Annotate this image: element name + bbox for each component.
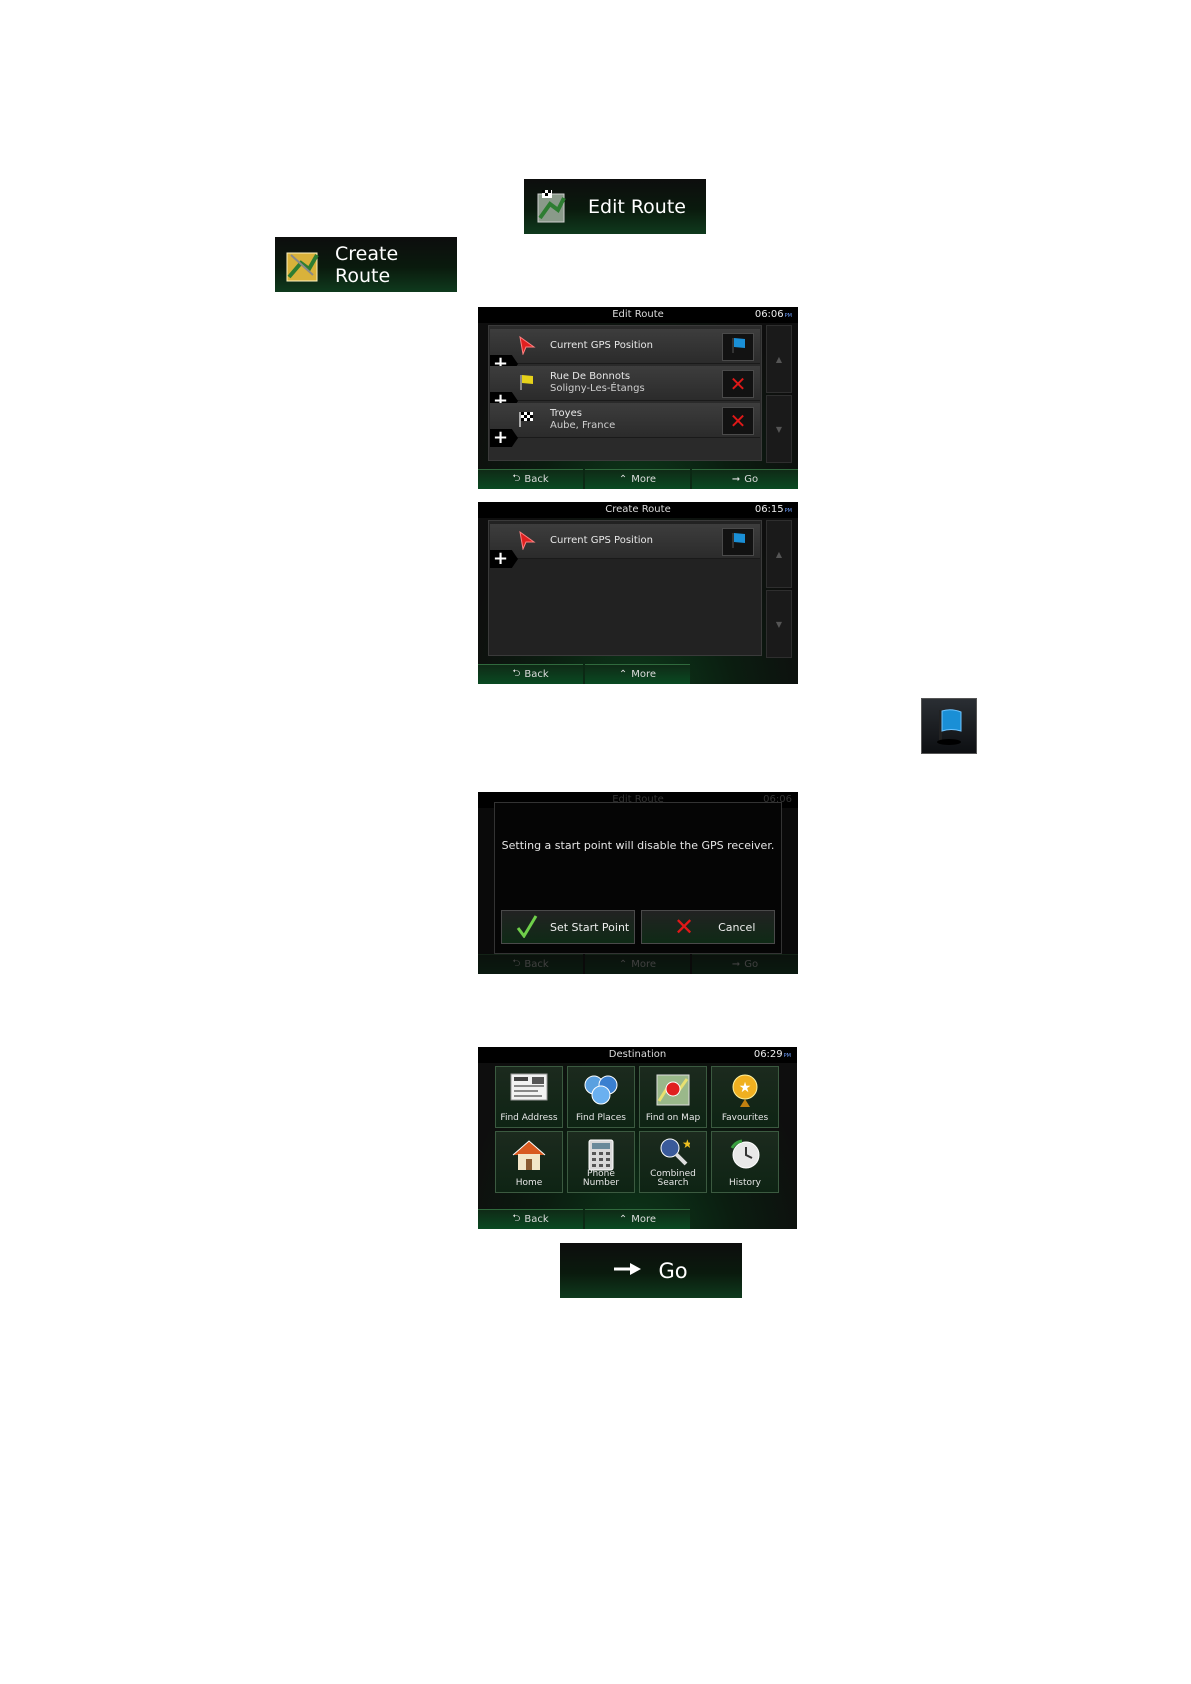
route-point-row[interactable]: Current GPS Position	[490, 524, 760, 559]
start-point-dialog-screen: Edit Route 06:06 Setting a start point w…	[478, 792, 798, 974]
tile-label: Find Places	[576, 1113, 626, 1123]
set-start-point-button[interactable]	[722, 528, 754, 556]
chevron-up-icon: ⌃	[618, 959, 628, 970]
confirm-dialog: Setting a start point will disable the G…	[494, 802, 782, 954]
go-label: Go	[658, 1258, 688, 1283]
route-point-label: Troyes	[550, 408, 582, 419]
chevron-up-icon: ⌃	[618, 669, 628, 680]
checkered-flag-icon	[516, 409, 536, 429]
scroll-down-button[interactable]: ▼	[766, 395, 792, 463]
tile-label: Find on Map	[645, 1113, 701, 1123]
route-point-row[interactable]: Troyes Aube, France ✕	[490, 403, 760, 438]
clock: 06:29PM	[753, 1049, 791, 1060]
delete-point-button[interactable]: ✕	[722, 407, 754, 435]
svg-text:★: ★	[682, 1137, 690, 1151]
create-route-button[interactable]: Create Route	[275, 237, 457, 292]
screen-title: Edit Route	[478, 307, 798, 323]
home-tile[interactable]: Home	[495, 1131, 563, 1193]
back-button[interactable]: ⮌ Back	[478, 1209, 583, 1229]
back-arrow-icon: ⮌	[512, 668, 521, 679]
map-pin-icon	[655, 1073, 691, 1111]
yellow-flag-icon	[516, 372, 536, 392]
route-point-label: Rue De Bonnots	[550, 371, 631, 382]
combined-search-tile[interactable]: ★ Combined Search	[639, 1131, 707, 1193]
more-button[interactable]: ⌃ More	[585, 1209, 690, 1229]
back-arrow-icon: ⮌	[512, 1213, 521, 1224]
delete-point-button[interactable]: ✕	[722, 370, 754, 398]
route-point-sublabel: Aube, France	[550, 420, 616, 431]
checkmark-icon	[516, 914, 538, 941]
screen-title: Create Route	[478, 502, 798, 518]
go-button[interactable]: ➞ Go	[692, 469, 798, 489]
favourites-tile[interactable]: ★ Favourites	[711, 1066, 779, 1128]
route-point-row[interactable]: Rue De Bonnots Soligny-Les-Étangs ✕	[490, 366, 760, 401]
screen-title: Destination	[478, 1047, 797, 1063]
chevron-up-icon: ⌃	[618, 1214, 628, 1225]
go-button-large[interactable]: Go	[560, 1243, 742, 1298]
right-arrow-icon	[614, 1261, 642, 1280]
blue-flag-icon	[729, 531, 747, 553]
back-button[interactable]: ⮌ Back	[478, 664, 583, 684]
edit-route-screen: Edit Route 06:06PM Current GPS Position …	[478, 307, 798, 489]
back-button[interactable]: ⮌ Back	[478, 469, 583, 489]
tile-label: Phone Number	[582, 1169, 620, 1188]
cancel-x-icon: ✕	[674, 913, 695, 941]
home-icon	[511, 1138, 547, 1176]
go-button[interactable]: ➞ Go	[692, 954, 798, 974]
route-point-label: Current GPS Position	[550, 535, 653, 546]
star-pin-icon: ★	[728, 1073, 762, 1113]
clock: 06:15PM	[754, 504, 792, 515]
places-icon	[582, 1073, 620, 1111]
scroll-up-button[interactable]: ▲	[766, 325, 792, 393]
create-route-label: Create Route	[335, 242, 399, 287]
delete-x-icon: ✕	[729, 372, 747, 396]
tile-label: Home	[515, 1178, 543, 1188]
scroll-down-button[interactable]: ▼	[766, 590, 792, 658]
back-button[interactable]: ⮌ Back	[478, 954, 583, 974]
gps-arrow-icon	[516, 335, 536, 356]
route-point-sublabel: Soligny-Les-Étangs	[550, 383, 645, 394]
route-point-label: Current GPS Position	[550, 340, 653, 351]
chevron-up-icon: ⌃	[618, 474, 628, 485]
create-route-screen: Create Route 06:15PM Current GPS Positio…	[478, 502, 798, 684]
find-places-tile[interactable]: Find Places	[567, 1066, 635, 1128]
tile-label: Favourites	[721, 1113, 769, 1123]
blue-flag-icon	[729, 336, 747, 358]
address-card-icon	[510, 1073, 548, 1105]
back-arrow-icon: ⮌	[512, 958, 521, 969]
edit-route-icon	[536, 188, 570, 226]
gps-arrow-icon	[516, 530, 536, 551]
clock: 06:06PM	[754, 309, 792, 320]
back-arrow-icon: ⮌	[512, 473, 521, 484]
edit-route-button[interactable]: Edit Route	[524, 179, 706, 234]
right-arrow-icon: ➞	[731, 474, 741, 485]
more-button[interactable]: ⌃ More	[585, 954, 690, 974]
edit-route-label: Edit Route	[588, 195, 686, 218]
find-on-map-tile[interactable]: Find on Map	[639, 1066, 707, 1128]
more-button[interactable]: ⌃ More	[585, 469, 690, 489]
svg-text:★: ★	[739, 1080, 752, 1096]
destination-screen: Destination 06:29PM Find Address Find Pl…	[478, 1047, 797, 1229]
phone-number-tile[interactable]: Phone Number	[567, 1131, 635, 1193]
history-clock-icon	[728, 1138, 762, 1176]
scroll-up-button[interactable]: ▲	[766, 520, 792, 588]
tile-label: History	[728, 1178, 762, 1188]
tile-label: Combined Search	[650, 1169, 696, 1188]
delete-x-icon: ✕	[729, 409, 747, 433]
find-address-tile[interactable]: Find Address	[495, 1066, 563, 1128]
tile-label: Find Address	[500, 1113, 558, 1123]
cancel-button[interactable]: ✕ Cancel	[641, 910, 775, 944]
set-start-point-button[interactable]: Set Start Point	[501, 910, 635, 944]
more-button[interactable]: ⌃ More	[585, 664, 690, 684]
set-start-point-flag-icon	[921, 698, 977, 754]
dialog-message: Setting a start point will disable the G…	[501, 839, 775, 852]
history-tile[interactable]: History	[711, 1131, 779, 1193]
set-start-point-button[interactable]	[722, 333, 754, 361]
route-point-row[interactable]: Current GPS Position	[490, 329, 760, 364]
right-arrow-icon: ➞	[731, 959, 741, 970]
combined-search-icon: ★	[656, 1136, 693, 1170]
create-route-icon	[283, 245, 323, 285]
